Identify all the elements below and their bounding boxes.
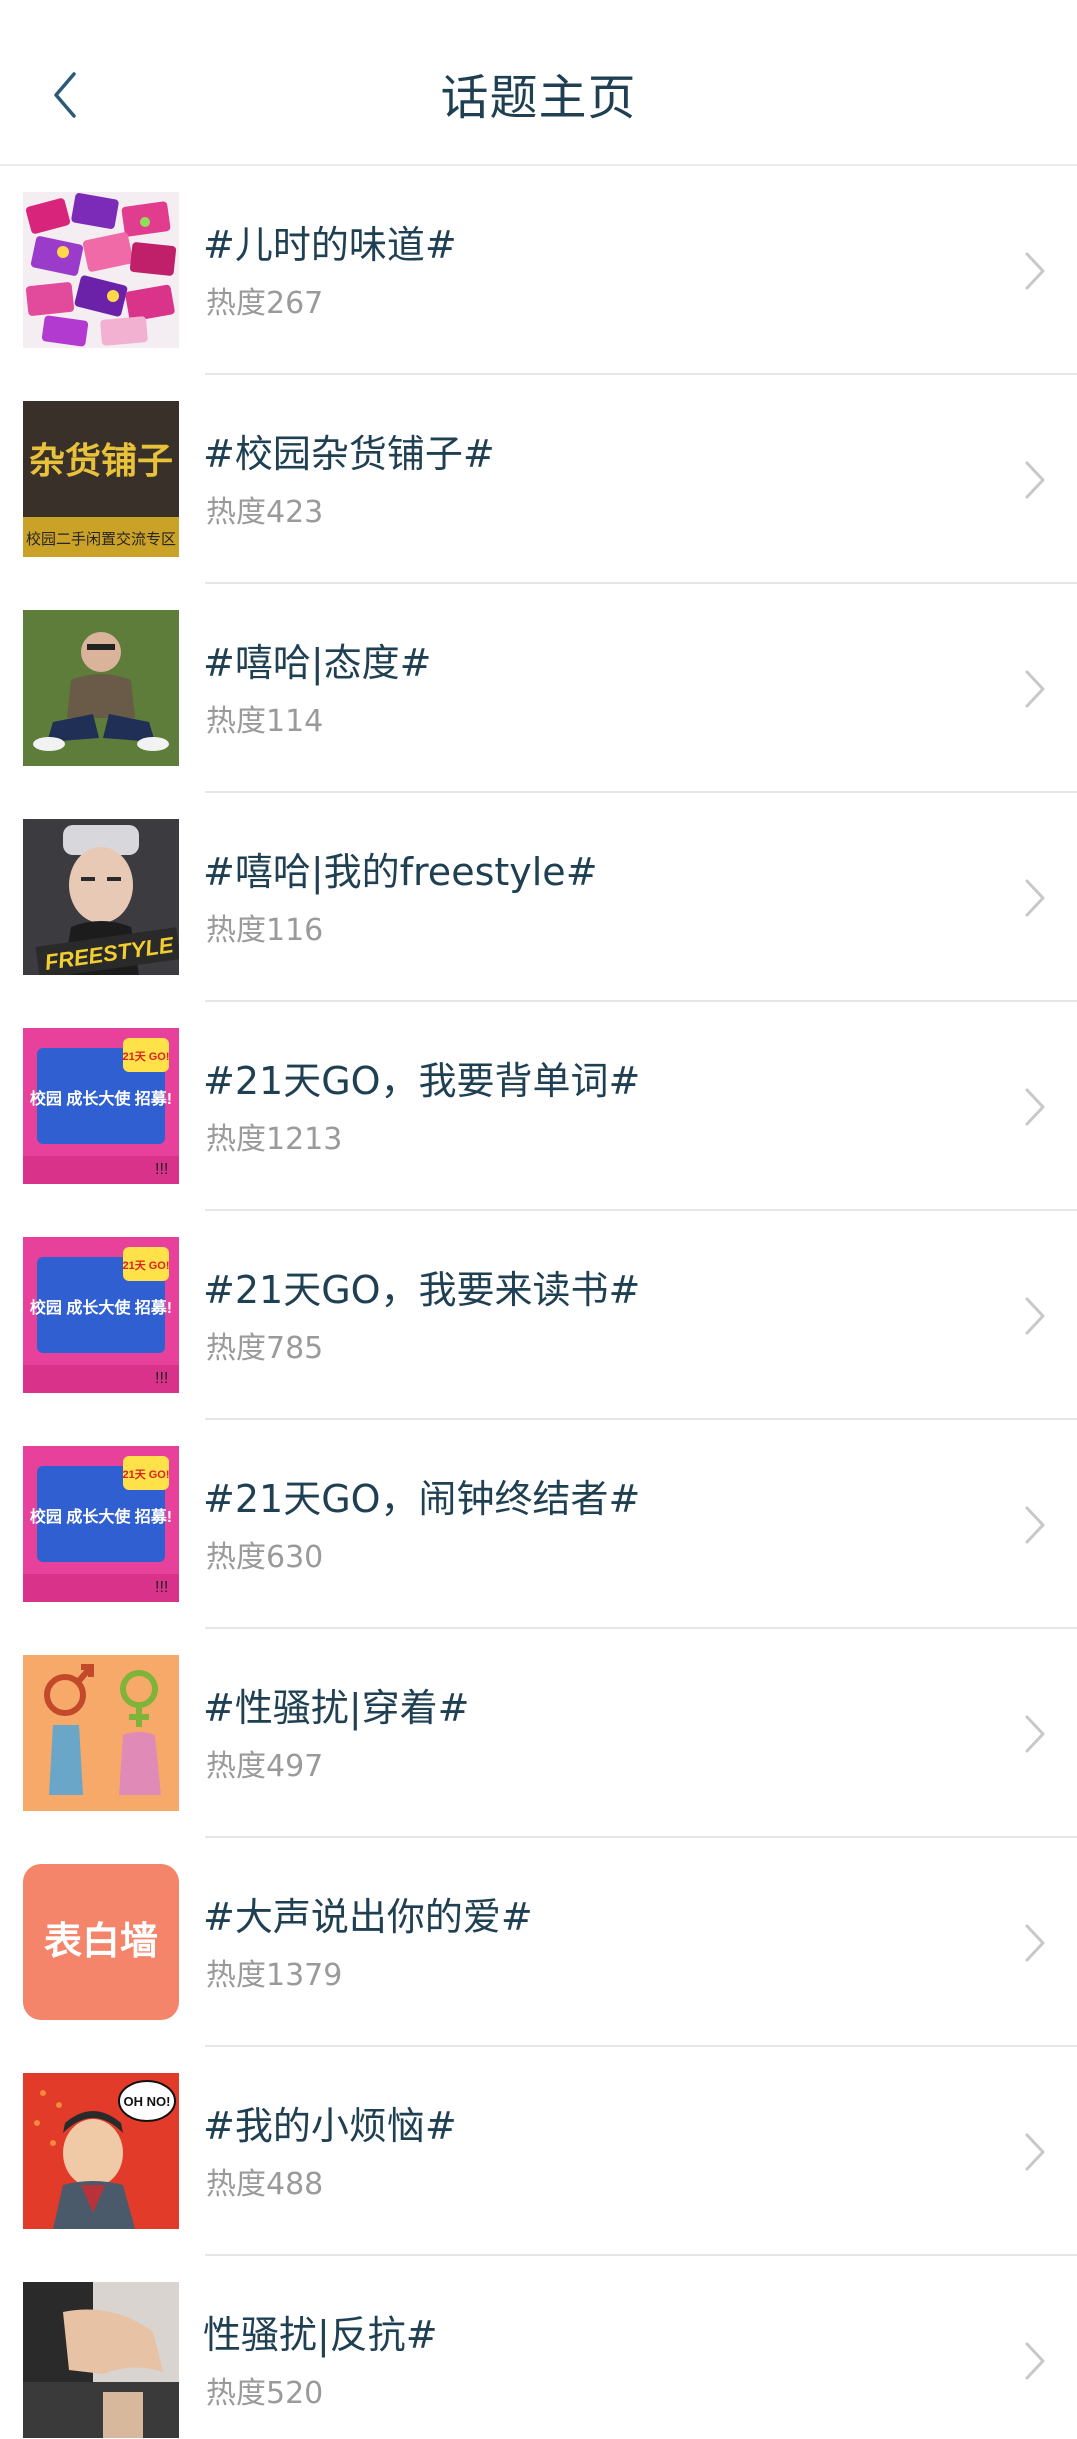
topic-heat: 热度497: [206, 1749, 324, 1784]
topic-title: 性骚扰|反抗#: [203, 2313, 438, 2357]
topic-row[interactable]: #嘻哈|态度# 热度114: [0, 584, 1077, 793]
svg-text:!!!: !!!: [155, 1579, 168, 1596]
thumb-badge: 21天 GO!: [122, 1468, 169, 1481]
topic-thumbnail: 杂货铺子 校园二手闲置交流专区: [23, 401, 179, 557]
topic-heat: 热度116: [206, 913, 324, 948]
topic-heat: 热度488: [206, 2167, 324, 2202]
topic-thumbnail: 21天 GO! 校园 成长大使 招募! !!!: [23, 1446, 179, 1602]
topic-row[interactable]: OH NO! #我的小烦恼# 热度488: [0, 2047, 1077, 2256]
topic-thumbnail: [23, 1655, 179, 1811]
topic-thumbnail: OH NO!: [23, 2073, 179, 2229]
topic-heat: 热度423: [206, 495, 324, 530]
topic-heat: 热度1213: [206, 1122, 343, 1157]
chevron-right-icon: [1025, 1924, 1045, 1962]
nav-header: 话题主页: [0, 0, 1077, 166]
thumb-caption: 校园 成长大使 招募!: [30, 1298, 172, 1317]
chevron-right-icon: [1025, 1297, 1045, 1335]
topic-row[interactable]: 表白墙 #大声说出你的爱# 热度1379: [0, 1838, 1077, 2047]
thumb-badge: 21天 GO!: [122, 1050, 169, 1063]
topic-row[interactable]: 性骚扰|反抗# 热度520: [0, 2256, 1077, 2439]
topic-heat: 热度1379: [206, 1958, 343, 1993]
topic-thumbnail: FREESTYLE: [23, 819, 179, 975]
chevron-right-icon: [1025, 879, 1045, 917]
topic-thumbnail: [23, 2282, 179, 2438]
topic-list: #儿时的味道# 热度267 杂货铺子 校园二手闲置交流专区 #校园杂货铺子# 热…: [0, 166, 1077, 2439]
topic-title: #21天GO，闹钟终结者#: [203, 1477, 641, 1521]
thumb-badge: 21天 GO!: [122, 1259, 169, 1272]
topic-heat: 热度785: [206, 1331, 324, 1366]
topic-row[interactable]: 21天 GO! 校园 成长大使 招募! !!! #21天GO，闹钟终结者# 热度…: [0, 1420, 1077, 1629]
topic-row[interactable]: #儿时的味道# 热度267: [0, 166, 1077, 375]
topic-heat: 热度267: [206, 286, 324, 321]
thumb-caption: 校园 成长大使 招募!: [30, 1089, 172, 1108]
topic-row[interactable]: 21天 GO! 校园 成长大使 招募! !!! #21天GO，我要背单词# 热度…: [0, 1002, 1077, 1211]
chevron-right-icon: [1025, 670, 1045, 708]
chevron-right-icon: [1025, 2133, 1045, 2171]
topic-row[interactable]: FREESTYLE #嘻哈|我的freestyle# 热度116: [0, 793, 1077, 1002]
topic-title: #我的小烦恼#: [203, 2104, 457, 2148]
topic-title: #21天GO，我要来读书#: [203, 1268, 641, 1312]
topic-heat: 热度114: [206, 704, 324, 739]
topic-title: #嘻哈|我的freestyle#: [203, 850, 598, 894]
topic-thumbnail: 21天 GO! 校园 成长大使 招募! !!!: [23, 1028, 179, 1184]
chevron-right-icon: [1025, 2342, 1045, 2380]
chevron-right-icon: [1025, 252, 1045, 290]
topic-title: #校园杂货铺子#: [203, 432, 495, 476]
chevron-right-icon: [1025, 461, 1045, 499]
topic-title: #大声说出你的爱#: [203, 1895, 533, 1939]
topic-title: #21天GO，我要背单词#: [203, 1059, 641, 1103]
thumb-caption: 杂货铺子: [29, 440, 173, 481]
chevron-right-icon: [1025, 1506, 1045, 1544]
thumb-caption: 表白墙: [44, 1921, 158, 1963]
topic-row[interactable]: 21天 GO! 校园 成长大使 招募! !!! #21天GO，我要来读书# 热度…: [0, 1211, 1077, 1420]
thumb-subcaption: 校园二手闲置交流专区: [26, 530, 176, 548]
topic-thumbnail: [23, 192, 179, 348]
svg-text:!!!: !!!: [155, 1161, 168, 1178]
topic-thumbnail: 21天 GO! 校园 成长大使 招募! !!!: [23, 1237, 179, 1393]
topic-heat: 热度520: [206, 2376, 324, 2411]
topic-thumbnail: [23, 610, 179, 766]
topic-heat: 热度630: [206, 1540, 324, 1575]
topic-title: #性骚扰|穿着#: [203, 1686, 470, 1730]
topic-row[interactable]: 杂货铺子 校园二手闲置交流专区 #校园杂货铺子# 热度423: [0, 375, 1077, 584]
thumb-caption: OH NO!: [124, 2094, 171, 2109]
topic-title: #儿时的味道#: [203, 223, 457, 267]
svg-text:!!!: !!!: [155, 1370, 168, 1387]
topic-thumbnail: 表白墙: [23, 1864, 179, 2020]
topic-title: #嘻哈|态度#: [203, 641, 432, 685]
chevron-right-icon: [1025, 1088, 1045, 1126]
topic-home-page: 话题主页 #儿时的味道# 热度267 杂货铺子 校园二手闲置交流专区 #校园杂货…: [0, 0, 1077, 2439]
page-title: 话题主页: [440, 70, 637, 126]
thumb-caption: 校园 成长大使 招募!: [30, 1507, 172, 1526]
topic-row[interactable]: #性骚扰|穿着# 热度497: [0, 1629, 1077, 1838]
chevron-right-icon: [1025, 1715, 1045, 1753]
